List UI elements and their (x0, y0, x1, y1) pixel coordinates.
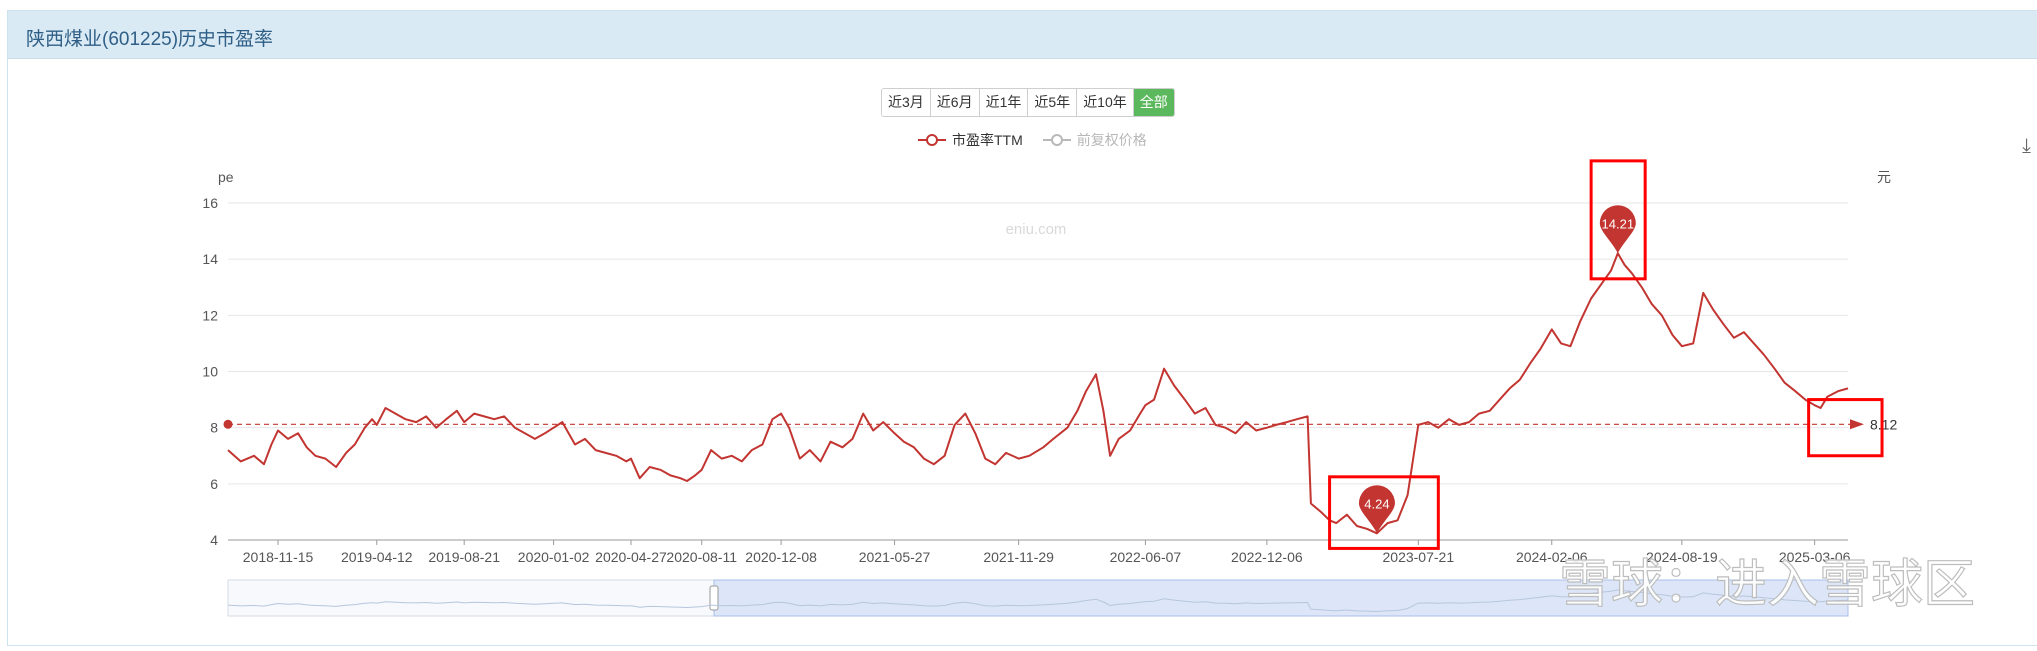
range-button[interactable]: 近5年 (1028, 89, 1078, 116)
range-button[interactable]: 近1年 (979, 89, 1029, 116)
legend-line-marker-icon (918, 133, 946, 147)
range-button[interactable]: 近3月 (882, 89, 931, 116)
chart-legend: 市盈率TTM 前复权价格 (918, 130, 1147, 150)
legend-item[interactable]: 市盈率TTM (918, 130, 1023, 150)
legend-item[interactable]: 前复权价格 (1042, 130, 1147, 150)
range-selector: 近3月 近6月 近1年 近5年 近10年 全部 (881, 88, 1175, 117)
range-button[interactable]: 近6月 (930, 89, 980, 116)
range-button[interactable]: 近10年 (1077, 89, 1134, 116)
legend-line-marker-icon (1042, 133, 1071, 147)
legend-label: 市盈率TTM (952, 132, 1023, 148)
panel-header: 陕西煤业(601225)历史市盈率 (8, 11, 2037, 59)
download-icon[interactable]: ⤓ (2022, 135, 2031, 158)
legend-label: 前复权价格 (1076, 132, 1147, 148)
panel-title: 陕西煤业(601225)历史市盈率 (26, 29, 274, 50)
range-button[interactable]: 全部 (1133, 89, 1174, 116)
